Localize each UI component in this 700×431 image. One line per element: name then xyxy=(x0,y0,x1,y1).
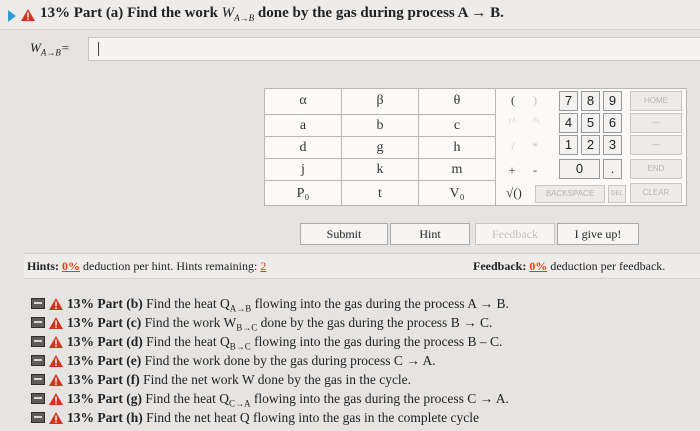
minimize-icon[interactable] xyxy=(31,412,45,423)
key-plus[interactable]: + xyxy=(503,163,521,178)
feedback-percent: 0% xyxy=(529,259,548,273)
key-minus[interactable]: - xyxy=(527,163,543,178)
key-3[interactable]: 3 xyxy=(603,135,622,155)
part-e-row[interactable]: 13% Part (e) Find the work done by the g… xyxy=(0,353,700,370)
keypad-panel: α β θ a b c d g h j k m P₀ t V₀ ( ) ↑^ ^… xyxy=(264,88,687,206)
warning-icon xyxy=(49,317,63,329)
answer-label: WA→B= xyxy=(30,40,70,58)
minimize-icon[interactable] xyxy=(31,374,45,385)
key-2[interactable]: 2 xyxy=(581,135,600,155)
warning-icon xyxy=(49,374,63,386)
hints-info: Hints: 0% deduction per hint. Hints rema… xyxy=(27,259,266,274)
part-f-text: 13% Part (f) Find the net work W done by… xyxy=(67,372,412,387)
part-e-text: 13% Part (e) Find the work done by the g… xyxy=(67,353,436,368)
question-text-after: done by the gas during process A → B. xyxy=(257,5,504,21)
text-cursor xyxy=(98,42,99,56)
del-button[interactable]: DEL xyxy=(608,185,626,203)
part-b-text: 13% Part (b) Find the heat QA→B flowing … xyxy=(67,296,509,314)
hints-percent: 0% xyxy=(62,259,81,273)
submit-button[interactable]: Submit xyxy=(300,223,388,245)
part-h-row[interactable]: 13% Part (h) Find the net heat Q flowing… xyxy=(0,410,700,427)
part-d-row[interactable]: 13% Part (d) Find the heat QB→C flowing … xyxy=(0,334,700,352)
key-t[interactable]: t xyxy=(342,181,419,206)
feedback-button[interactable]: Feedback xyxy=(475,223,555,245)
part-h-text: 13% Part (h) Find the net heat Q flowing… xyxy=(67,410,480,425)
key-divide[interactable]: / xyxy=(505,139,521,154)
key-0[interactable]: 0 xyxy=(559,159,600,179)
key-dot[interactable]: . xyxy=(603,159,622,179)
key-k[interactable]: k xyxy=(342,159,419,181)
key-m[interactable]: m xyxy=(419,159,496,181)
part-b-row[interactable]: 13% Part (b) Find the heat QA→B flowing … xyxy=(0,296,700,314)
hint-button[interactable]: Hint xyxy=(390,223,470,245)
key-b[interactable]: b xyxy=(342,115,419,137)
hints-label: Hints: xyxy=(27,259,60,273)
minimize-icon[interactable] xyxy=(31,336,45,347)
key-g[interactable]: g xyxy=(342,137,419,159)
key-c[interactable]: c xyxy=(419,115,496,137)
key-up-power[interactable]: ↑^ xyxy=(501,116,523,126)
key-p0[interactable]: P₀ xyxy=(265,181,342,206)
key-j[interactable]: j xyxy=(265,159,342,181)
work-symbol: W xyxy=(221,5,235,21)
part-g-text: 13% Part (g) Find the heat QC→A flowing … xyxy=(67,391,509,409)
warning-icon xyxy=(49,393,63,405)
key-6[interactable]: 6 xyxy=(603,113,622,133)
part-c-text: 13% Part (c) Find the work WB→C done by … xyxy=(67,315,493,333)
part-percent: 13% xyxy=(40,5,70,21)
backspace-button[interactable]: BACKSPACE xyxy=(535,185,605,203)
feedback-text: deduction per feedback. xyxy=(550,259,666,273)
work-subscript: A→B xyxy=(234,13,255,23)
warning-icon xyxy=(49,412,63,424)
key-8[interactable]: 8 xyxy=(581,91,600,111)
key-d[interactable]: d xyxy=(265,137,342,159)
part-label: Part (a) xyxy=(73,5,124,21)
left-arrow-button[interactable]: — xyxy=(630,113,682,133)
key-close-paren[interactable]: ) xyxy=(527,93,543,108)
warning-icon xyxy=(49,355,63,367)
key-beta[interactable]: β xyxy=(342,89,419,115)
give-up-button[interactable]: I give up! xyxy=(557,223,639,245)
key-multiply[interactable]: * xyxy=(527,139,543,154)
key-v0[interactable]: V₀ xyxy=(419,181,496,206)
key-sqrt[interactable]: √() xyxy=(499,185,529,201)
key-h[interactable]: h xyxy=(419,137,496,159)
hints-remaining: 2 xyxy=(260,259,267,273)
key-4[interactable]: 4 xyxy=(559,113,578,133)
key-7[interactable]: 7 xyxy=(559,91,578,111)
minimize-icon[interactable] xyxy=(31,298,45,309)
part-g-row[interactable]: 13% Part (g) Find the heat QC→A flowing … xyxy=(0,391,700,409)
key-caret[interactable]: ^\ xyxy=(525,116,547,126)
answer-input[interactable] xyxy=(88,37,700,61)
part-a-question: 13% Part (a) Find the work WA→B done by … xyxy=(40,5,504,23)
right-arrow-button[interactable]: — xyxy=(630,135,682,155)
minimize-icon[interactable] xyxy=(31,317,45,328)
key-5[interactable]: 5 xyxy=(581,113,600,133)
key-alpha[interactable]: α xyxy=(265,89,342,115)
warning-icon xyxy=(21,9,35,21)
part-d-text: 13% Part (d) Find the heat QB→C flowing … xyxy=(67,334,503,352)
feedback-info: Feedback: 0% deduction per feedback. xyxy=(473,259,665,274)
key-a[interactable]: a xyxy=(265,115,342,137)
hints-text: deduction per hint. Hints remaining: xyxy=(83,259,258,273)
key-theta[interactable]: θ xyxy=(419,89,496,115)
feedback-label: Feedback: xyxy=(473,259,527,273)
part-f-row[interactable]: 13% Part (f) Find the net work W done by… xyxy=(0,372,700,389)
warning-icon xyxy=(49,298,63,310)
clear-button[interactable]: CLEAR xyxy=(630,183,682,203)
part-c-row[interactable]: 13% Part (c) Find the work WB→C done by … xyxy=(0,315,700,333)
key-9[interactable]: 9 xyxy=(603,91,622,111)
warning-icon xyxy=(49,336,63,348)
minimize-icon[interactable] xyxy=(31,393,45,404)
key-open-paren[interactable]: ( xyxy=(505,93,521,108)
minimize-icon[interactable] xyxy=(31,355,45,366)
expand-arrow-icon[interactable] xyxy=(8,10,16,22)
key-1[interactable]: 1 xyxy=(559,135,578,155)
question-text-before: Find the work xyxy=(127,5,218,21)
home-button[interactable]: HOME xyxy=(630,91,682,111)
end-button[interactable]: END xyxy=(630,159,682,179)
